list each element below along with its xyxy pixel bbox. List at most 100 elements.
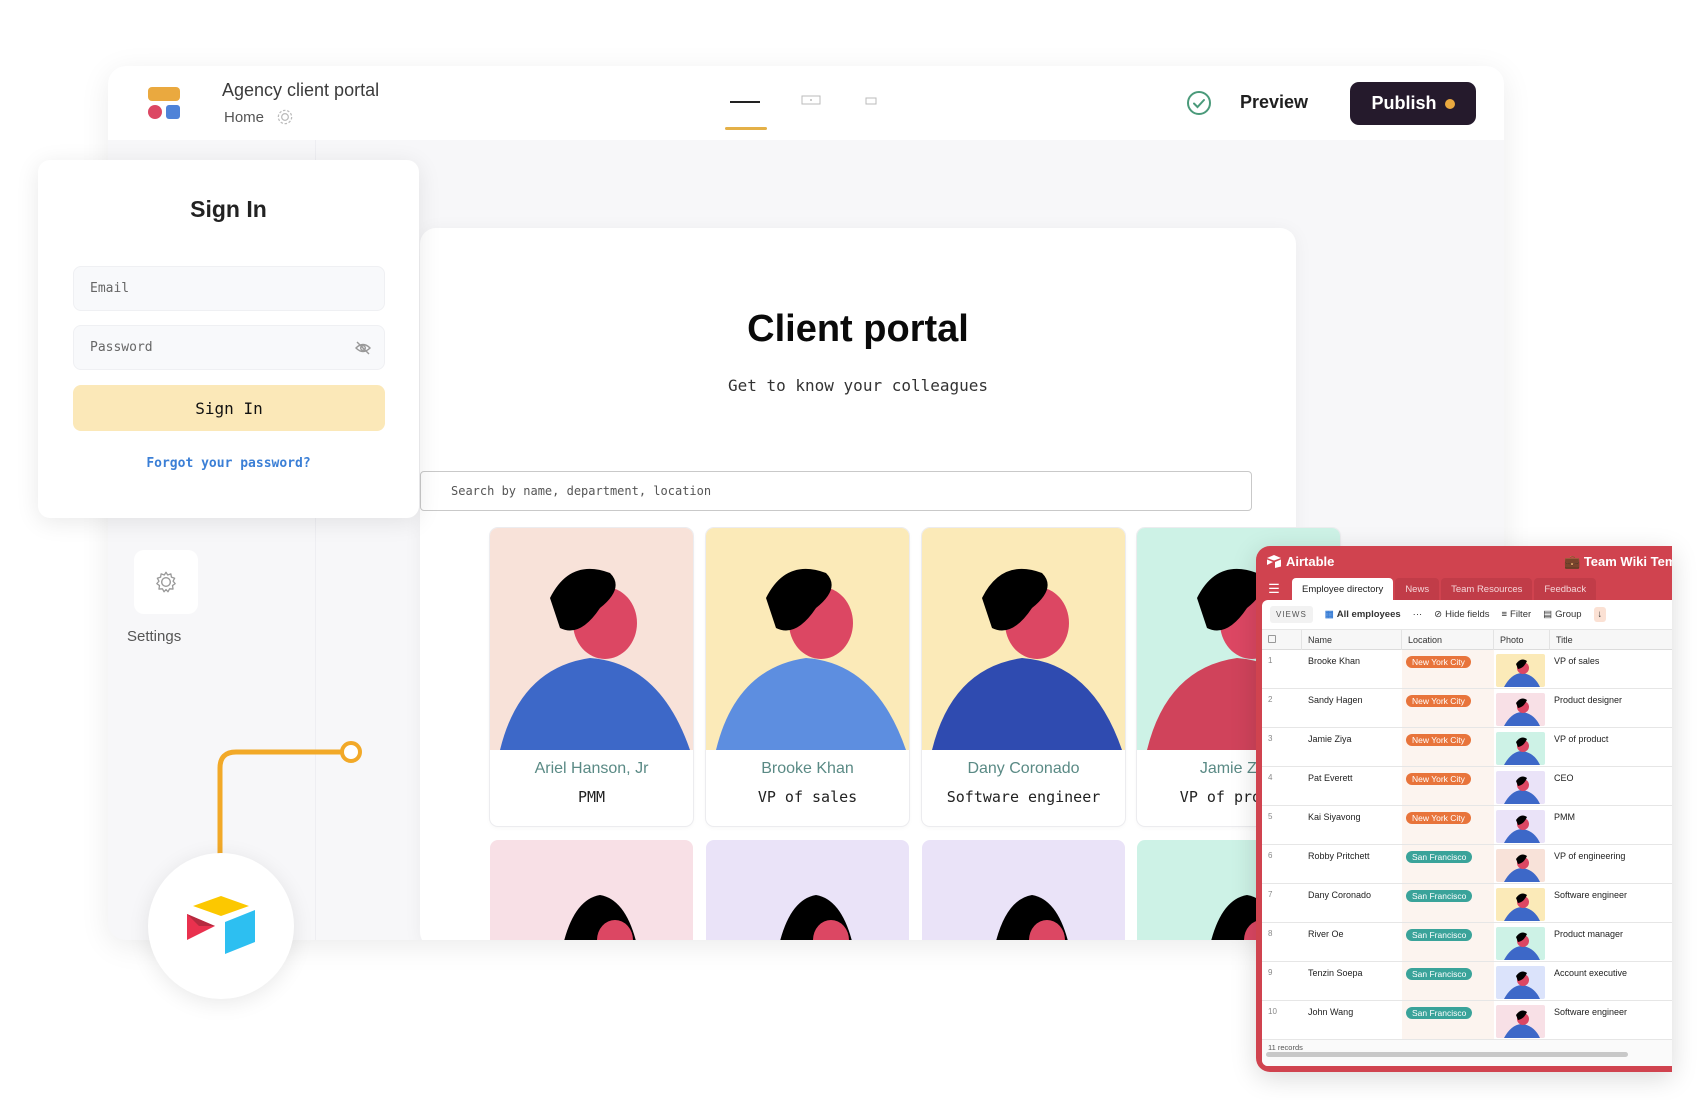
row-number: 7	[1268, 890, 1273, 899]
column-header-photo[interactable]: Photo	[1494, 630, 1550, 650]
views-button[interactable]: VIEWS	[1270, 606, 1313, 623]
sidebar-item-settings[interactable]	[134, 550, 198, 614]
horizontal-scrollbar[interactable]	[1266, 1052, 1628, 1057]
cell-photo[interactable]	[1496, 849, 1545, 882]
cell-photo[interactable]	[1496, 888, 1545, 921]
more-button[interactable]: ···	[1413, 609, 1423, 620]
cell-photo[interactable]	[1496, 693, 1545, 726]
cell-photo[interactable]	[1496, 654, 1545, 687]
cell-title[interactable]: Software engineer	[1554, 884, 1672, 923]
table-row[interactable]: 2 Sandy Hagen New York City Product designe…	[1262, 689, 1672, 728]
sort-button[interactable]: ↓	[1593, 607, 1607, 622]
table-row[interactable]: 1 Brooke Khan New York City VP of sales	[1262, 650, 1672, 689]
publish-button[interactable]: Publish	[1350, 82, 1476, 125]
person-name: Brooke Khan	[761, 760, 854, 777]
check-circle-icon	[1187, 91, 1211, 115]
cell-location[interactable]: New York City	[1406, 806, 1494, 845]
location-pill: New York City	[1406, 695, 1471, 707]
grid-icon: ▦	[1324, 609, 1334, 620]
table-row[interactable]: 5 Kai Siyavong New York City PMM	[1262, 806, 1672, 845]
cell-name[interactable]: Brooke Khan	[1308, 650, 1402, 689]
cell-location[interactable]: San Francisco	[1406, 962, 1494, 1001]
cell-title[interactable]: PMM	[1554, 806, 1672, 845]
tablet-view-icon[interactable]	[794, 88, 828, 106]
table-row[interactable]: 9 Tenzin Soepa San Francisco Account execut…	[1262, 962, 1672, 1001]
column-header-name[interactable]: Name	[1302, 630, 1402, 650]
email-field[interactable]: Email	[73, 266, 385, 311]
person-card[interactable]: Brooke Khan VP of sales	[706, 528, 909, 826]
person-card[interactable]: Ariel Hanson, Jr PMM	[490, 528, 693, 826]
column-header-title[interactable]: Title	[1550, 630, 1672, 650]
cell-photo[interactable]	[1496, 966, 1545, 999]
sign-in-button[interactable]: Sign In	[73, 385, 385, 431]
gear-icon[interactable]	[275, 107, 295, 127]
filter-button[interactable]: ≡ Filter	[1501, 609, 1531, 620]
table-row[interactable]: 4 Pat Everett New York City CEO	[1262, 767, 1672, 806]
cell-location[interactable]: New York City	[1406, 689, 1494, 728]
cell-title[interactable]: Software engineer	[1554, 1001, 1672, 1040]
mobile-view-icon[interactable]	[854, 88, 888, 106]
cell-title[interactable]: VP of product	[1554, 728, 1672, 767]
tab-feedback[interactable]: Feedback	[1534, 578, 1597, 600]
table-row[interactable]: 8 River Oe San Francisco Product manager	[1262, 923, 1672, 962]
cell-name[interactable]: Kai Siyavong	[1308, 806, 1402, 845]
table-row[interactable]: 7 Dany Coronado San Francisco Software engi…	[1262, 884, 1672, 923]
cell-name[interactable]: Jamie Ziya	[1308, 728, 1402, 767]
table-row[interactable]: 6 Robby Pritchett San Francisco VP of engin…	[1262, 845, 1672, 884]
sidebar-item-label: Settings	[127, 628, 182, 645]
tab-team-resources[interactable]: Team Resources	[1441, 578, 1533, 600]
cell-name[interactable]: Tenzin Soepa	[1308, 962, 1402, 1001]
cell-photo[interactable]	[1496, 732, 1545, 765]
cell-location[interactable]: San Francisco	[1406, 884, 1494, 923]
column-header-location[interactable]: Location	[1402, 630, 1494, 650]
breadcrumb-home[interactable]: Home	[224, 109, 264, 126]
cell-title[interactable]: Product manager	[1554, 923, 1672, 962]
password-field[interactable]: Password	[73, 325, 385, 370]
person-card[interactable]	[490, 840, 693, 940]
tab-news[interactable]: News	[1395, 578, 1440, 600]
cell-name[interactable]: Pat Everett	[1308, 767, 1402, 806]
person-card[interactable]: Dany Coronado Software engineer	[922, 528, 1125, 826]
hamburger-menu-icon[interactable]: ☰	[1256, 578, 1292, 600]
row-number: 5	[1268, 812, 1273, 821]
view-selector[interactable]: ▦ All employees	[1325, 609, 1401, 620]
cell-photo[interactable]	[1496, 771, 1545, 804]
cell-location[interactable]: New York City	[1406, 728, 1494, 767]
cell-photo[interactable]	[1496, 927, 1545, 960]
table-row[interactable]: 10 John Wang San Francisco Software enginee…	[1262, 1001, 1672, 1040]
cell-title[interactable]: CEO	[1554, 767, 1672, 806]
tab-employee-directory[interactable]: Employee directory	[1292, 578, 1394, 600]
cell-location[interactable]: New York City	[1406, 767, 1494, 806]
person-card[interactable]	[922, 840, 1125, 940]
location-pill: New York City	[1406, 773, 1471, 785]
desktop-view-icon[interactable]	[728, 88, 762, 106]
cell-title[interactable]: VP of engineering	[1554, 845, 1672, 884]
row-number: 10	[1268, 1007, 1277, 1016]
cell-photo[interactable]	[1496, 1005, 1545, 1038]
person-card[interactable]	[706, 840, 909, 940]
cell-photo[interactable]	[1496, 810, 1545, 843]
search-input[interactable]: Search by name, department, location	[420, 471, 1252, 511]
cell-title[interactable]: Account executive	[1554, 962, 1672, 1001]
eye-off-icon[interactable]	[354, 340, 372, 356]
cell-location[interactable]: San Francisco	[1406, 845, 1494, 884]
cell-location[interactable]: San Francisco	[1406, 1001, 1494, 1040]
airtable-logo-icon	[187, 896, 255, 954]
hide-fields-button[interactable]: ⊘ Hide fields	[1434, 609, 1489, 620]
cell-name[interactable]: River Oe	[1308, 923, 1402, 962]
cell-title[interactable]: VP of sales	[1554, 650, 1672, 689]
cell-name[interactable]: John Wang	[1308, 1001, 1402, 1040]
forgot-password-link[interactable]: Forgot your password?	[38, 456, 419, 471]
cell-title[interactable]: Product designer	[1554, 689, 1672, 728]
preview-button[interactable]: Preview	[1240, 92, 1308, 113]
group-button[interactable]: ▤ Group	[1543, 609, 1581, 620]
airtable-logo-badge	[148, 853, 294, 999]
cell-location[interactable]: New York City	[1406, 650, 1494, 689]
cell-name[interactable]: Robby Pritchett	[1308, 845, 1402, 884]
cell-location[interactable]: San Francisco	[1406, 923, 1494, 962]
select-all-checkbox[interactable]	[1262, 630, 1302, 650]
cell-name[interactable]: Sandy Hagen	[1308, 689, 1402, 728]
cell-name[interactable]: Dany Coronado	[1308, 884, 1402, 923]
table-row[interactable]: 3 Jamie Ziya New York City VP of product	[1262, 728, 1672, 767]
row-number: 1	[1268, 656, 1273, 665]
